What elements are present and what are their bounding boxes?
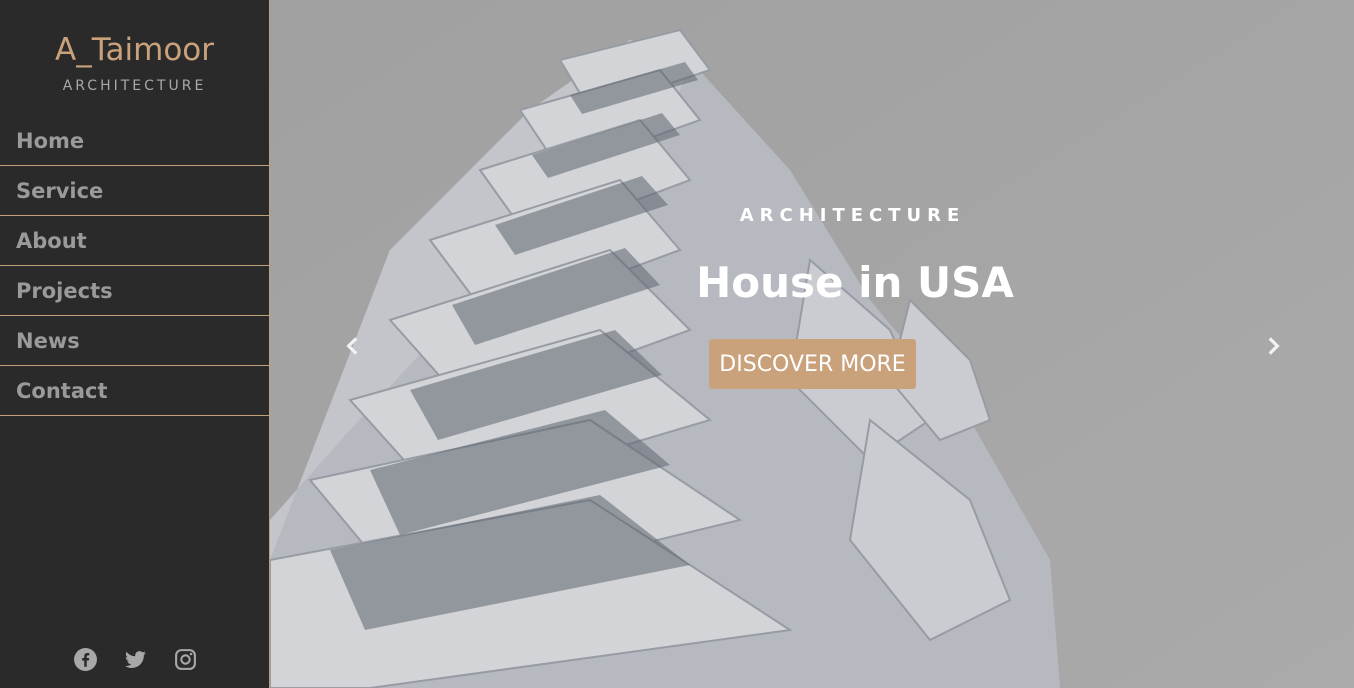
hero-kicker: ARCHITECTURE [739, 205, 966, 226]
hero-carousel: ARCHITECTURE House in USA DISCOVER MORE [270, 0, 1354, 688]
sidebar: A_Taimoor ARCHITECTURE Home Service Abou… [0, 0, 270, 688]
chevron-right-icon[interactable] [1260, 333, 1286, 359]
discover-more-button[interactable]: DISCOVER MORE [709, 339, 916, 389]
page: A_Taimoor ARCHITECTURE Home Service Abou… [0, 0, 1354, 688]
twitter-icon[interactable] [123, 647, 148, 672]
brand: A_Taimoor ARCHITECTURE [0, 0, 269, 116]
sidebar-item-service[interactable]: Service [0, 166, 269, 216]
facebook-icon[interactable] [73, 647, 98, 672]
sidebar-nav: Home Service About Projects News Contact [0, 116, 269, 416]
hero-title: House in USA [696, 258, 1014, 307]
brand-title[interactable]: A_Taimoor [0, 32, 269, 68]
social-links [0, 647, 270, 672]
chevron-left-icon[interactable] [340, 333, 366, 359]
sidebar-item-about[interactable]: About [0, 216, 269, 266]
sidebar-item-contact[interactable]: Contact [0, 366, 269, 416]
sidebar-item-news[interactable]: News [0, 316, 269, 366]
instagram-icon[interactable] [173, 647, 198, 672]
brand-subtitle: ARCHITECTURE [62, 78, 207, 94]
sidebar-item-home[interactable]: Home [0, 116, 269, 166]
sidebar-item-projects[interactable]: Projects [0, 266, 269, 316]
